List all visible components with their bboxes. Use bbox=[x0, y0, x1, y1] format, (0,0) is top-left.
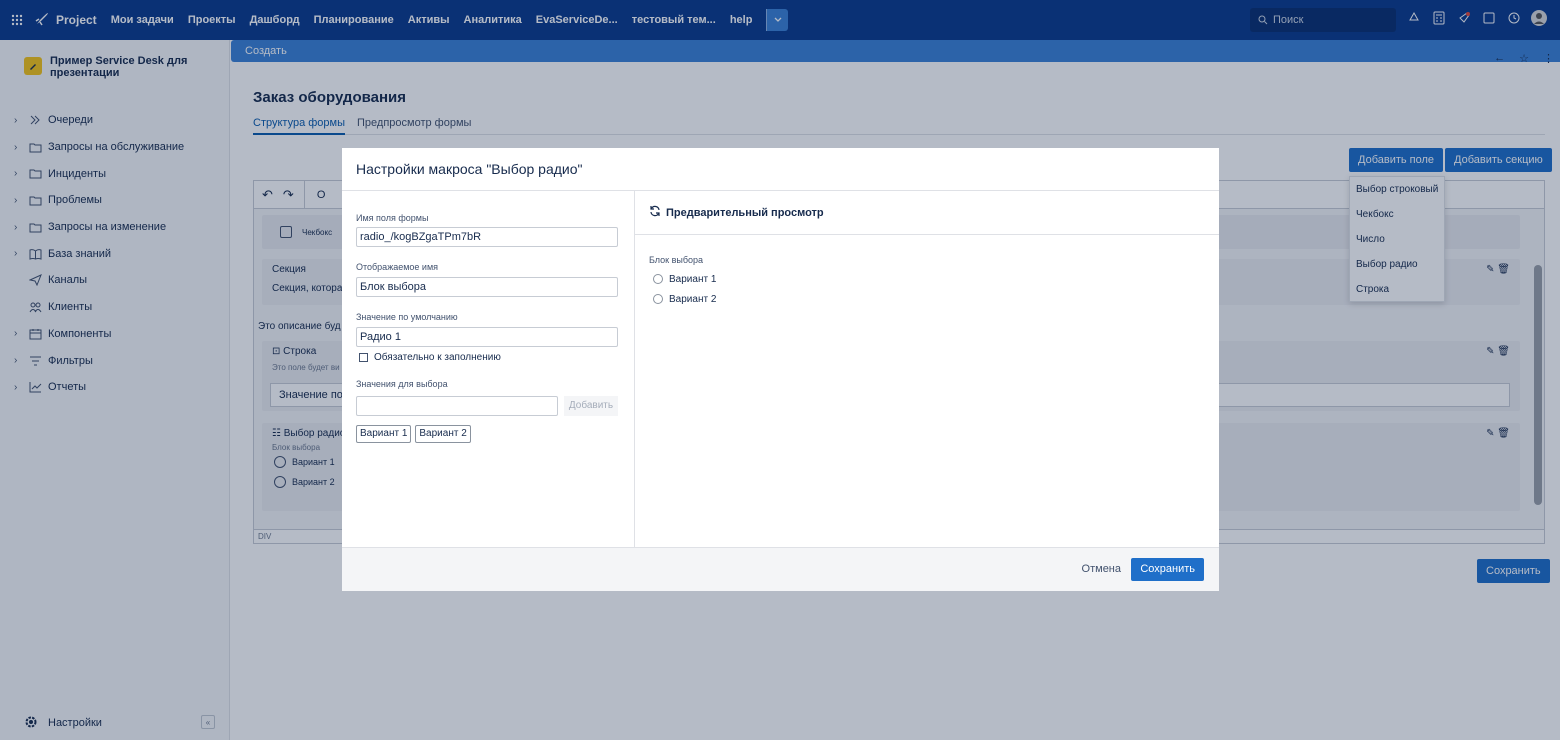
dialog-footer: Отмена Сохранить bbox=[342, 547, 1219, 591]
values-input[interactable] bbox=[356, 396, 558, 416]
preview-option-label: Вариант 1 bbox=[669, 273, 717, 285]
settings-panel: Имя поля формы radio_/kogBZgaTPm7bR Отоб… bbox=[342, 191, 635, 548]
radio-button[interactable] bbox=[653, 274, 663, 284]
required-checkbox[interactable] bbox=[359, 353, 368, 362]
preview-panel: Предварительный просмотр Блок выбора Вар… bbox=[635, 191, 1219, 548]
field-name-input[interactable]: radio_/kogBZgaTPm7bR bbox=[356, 227, 618, 247]
value-chip[interactable]: Вариант 1 bbox=[356, 425, 412, 443]
default-value-label: Значение по умолчанию bbox=[356, 312, 458, 322]
preview-title: Предварительный просмотр bbox=[666, 206, 824, 219]
field-name-label: Имя поля формы bbox=[356, 213, 429, 223]
refresh-icon[interactable] bbox=[649, 205, 661, 220]
radio-button[interactable] bbox=[653, 294, 663, 304]
values-label: Значения для выбора bbox=[356, 379, 448, 389]
add-value-button[interactable]: Добавить bbox=[564, 396, 618, 416]
cancel-button[interactable]: Отмена bbox=[1082, 563, 1121, 575]
value-chips: Вариант 1 Вариант 2 bbox=[356, 425, 471, 443]
value-chip[interactable]: Вариант 2 bbox=[415, 425, 471, 443]
required-checkbox-row[interactable]: Обязательно к заполнению bbox=[359, 352, 501, 363]
display-name-label: Отображаемое имя bbox=[356, 262, 439, 272]
display-name-input[interactable]: Блок выбора bbox=[356, 277, 618, 297]
dialog-title: Настройки макроса "Выбор радио" bbox=[342, 148, 1219, 191]
preview-radio-option[interactable]: Вариант 2 bbox=[649, 289, 1219, 309]
preview-field-label: Блок выбора bbox=[649, 255, 704, 265]
default-value-input[interactable]: Радио 1 bbox=[356, 327, 618, 347]
preview-option-label: Вариант 2 bbox=[669, 293, 717, 305]
macro-settings-dialog: Настройки макроса "Выбор радио" Имя поля… bbox=[342, 148, 1219, 591]
required-label: Обязательно к заполнению bbox=[374, 352, 501, 363]
save-button[interactable]: Сохранить bbox=[1131, 558, 1204, 581]
preview-radio-option[interactable]: Вариант 1 bbox=[649, 269, 1219, 289]
